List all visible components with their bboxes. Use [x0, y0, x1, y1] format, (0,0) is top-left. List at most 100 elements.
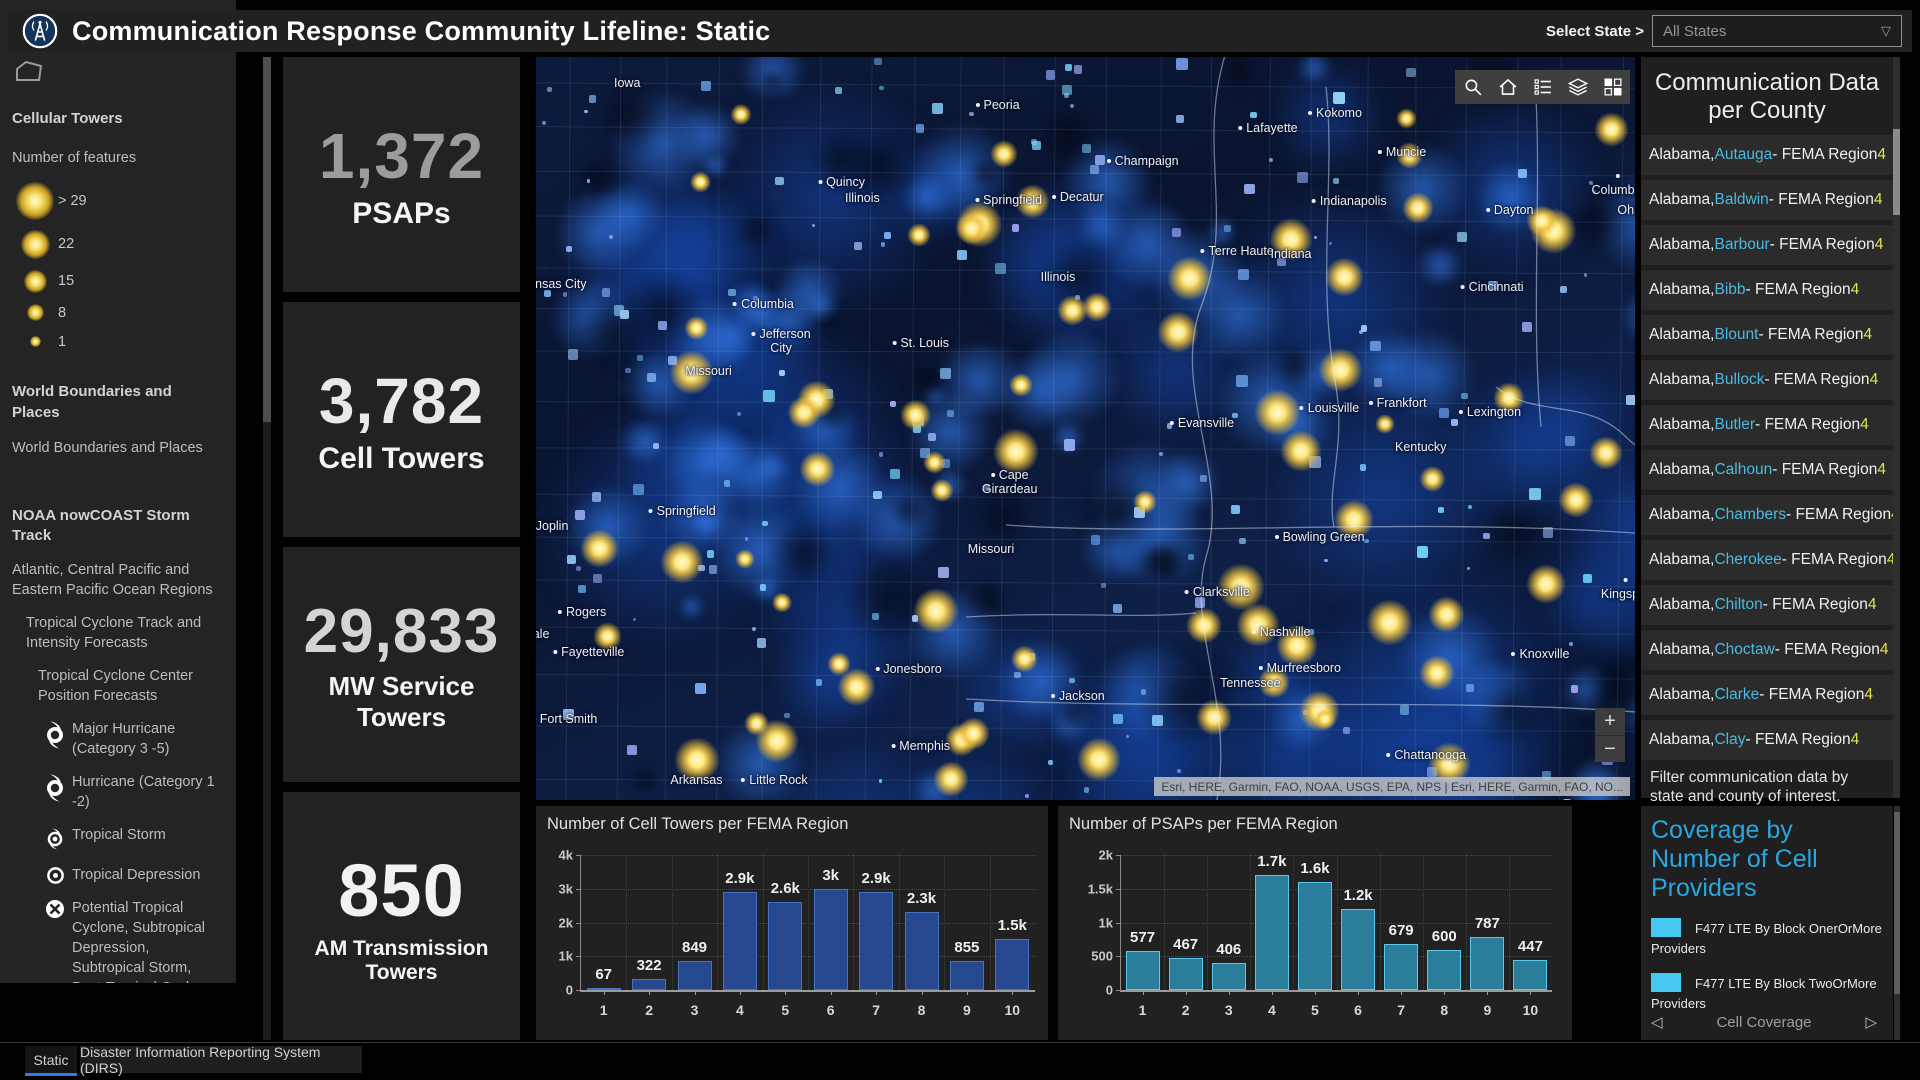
county-row-baldwin[interactable]: Alabama, Baldwin - FEMA Region 4	[1641, 180, 1893, 220]
city-label-st-louis: St. Louis	[892, 336, 949, 350]
layers-icon[interactable]	[1560, 70, 1595, 104]
bar-region-4[interactable]	[723, 892, 757, 990]
x-axis-tick-label: 2	[645, 1002, 653, 1018]
county-state: Alabama,	[1649, 236, 1714, 254]
bar-value-label: 447	[1518, 938, 1543, 955]
tab-dirs[interactable]: Disaster Information Reporting System (D…	[80, 1046, 362, 1073]
city-label-peoria: Peoria	[976, 98, 1020, 112]
county-row-autauga[interactable]: Alabama, Autauga - FEMA Region 4	[1641, 135, 1893, 175]
y-axis-tick	[576, 855, 581, 856]
bar-region-2[interactable]	[632, 979, 666, 990]
city-label-missouri: Missouri	[685, 364, 732, 378]
y-axis-tick	[576, 956, 581, 957]
county-row-bibb[interactable]: Alabama, Bibb - FEMA Region 4	[1641, 270, 1893, 310]
coverage-map[interactable]: IowaPeoriaKokomoLafayetteMuncieChampaign…	[536, 57, 1635, 800]
bar-region-8[interactable]	[905, 912, 939, 990]
bar-region-10[interactable]	[1513, 960, 1547, 990]
state-dropdown[interactable]: All States ▽	[1652, 15, 1902, 47]
bar-region-7[interactable]	[859, 892, 893, 990]
x-axis-tick	[1315, 990, 1316, 995]
x-axis-tick	[604, 990, 605, 995]
fema-region-text: - FEMA Region	[1772, 146, 1877, 164]
county-row-choctaw[interactable]: Alabama, Choctaw - FEMA Region 4	[1641, 630, 1893, 670]
coverage-legend-item: F477 LTE By Block TwoOrMore Providers	[1651, 973, 1883, 1013]
bar-region-2[interactable]	[1169, 958, 1203, 990]
bar-region-1[interactable]	[1126, 951, 1160, 990]
coverage-scrollbar-thumb[interactable]	[1894, 812, 1900, 994]
y-axis-tick	[576, 889, 581, 890]
city-dot-icon	[1051, 694, 1055, 698]
tower-cluster-dot-icon	[27, 304, 44, 321]
fema-region-number: 4	[1877, 146, 1886, 164]
bar-region-7[interactable]	[1384, 944, 1418, 990]
county-name: Cherokee	[1714, 551, 1781, 569]
search-icon[interactable]	[1455, 70, 1490, 104]
bar-region-3[interactable]	[678, 961, 712, 990]
gridline	[1164, 855, 1165, 990]
hurricane-icon	[38, 772, 72, 812]
x-axis-tick	[831, 990, 832, 995]
x-axis-tick	[740, 990, 741, 995]
noaa-legend-item: Hurricane (Category 1 -2)	[12, 772, 222, 812]
bar-region-4[interactable]	[1255, 875, 1289, 990]
bar-region-6[interactable]	[1341, 909, 1375, 990]
cluster-legend-row: > 29	[12, 178, 222, 224]
legend-list-icon[interactable]	[1525, 70, 1560, 104]
x-axis-tick	[1487, 990, 1488, 995]
county-row-chilton[interactable]: Alabama, Chilton - FEMA Region 4	[1641, 585, 1893, 625]
zoom-out-button[interactable]: −	[1595, 735, 1625, 762]
county-row-clarke[interactable]: Alabama, Clarke - FEMA Region 4	[1641, 675, 1893, 715]
x-axis-tick-label: 5	[1311, 1002, 1319, 1018]
bar-region-6[interactable]	[814, 889, 848, 990]
home-icon[interactable]	[1490, 70, 1525, 104]
county-list-scrollbar[interactable]	[1893, 57, 1900, 798]
noaa-legend-item: Potential Tropical Cyclone, Subtropical …	[12, 898, 222, 983]
bar-region-10[interactable]	[995, 939, 1029, 990]
city-dot-icon	[818, 180, 822, 184]
city-label-little-rock: Little Rock	[741, 773, 807, 787]
bar-value-label: 1.6k	[1300, 860, 1329, 877]
coverage-scrollbar[interactable]	[1894, 806, 1900, 1040]
legend-scrollbar[interactable]	[263, 57, 271, 1040]
gridline	[717, 855, 718, 990]
psaps-count: 1,372	[319, 119, 484, 193]
city-dot-icon	[1052, 195, 1056, 199]
city-dot-icon	[1461, 285, 1465, 289]
county-row-butler[interactable]: Alabama, Butler - FEMA Region 4	[1641, 405, 1893, 445]
bar-region-8[interactable]	[1427, 950, 1461, 991]
noaa-item-label: Tropical Cyclone Track and Intensity For…	[26, 613, 222, 653]
bar-region-3[interactable]	[1212, 963, 1246, 990]
county-row-chambers[interactable]: Alabama, Chambers - FEMA Region 4	[1641, 495, 1893, 535]
tab-static[interactable]: Static	[25, 1046, 77, 1073]
county-row-cherokee[interactable]: Alabama, Cherokee - FEMA Region 4	[1641, 540, 1893, 580]
county-row-blount[interactable]: Alabama, Blount - FEMA Region 4	[1641, 315, 1893, 355]
bar-region-5[interactable]	[1298, 882, 1332, 990]
previous-page-icon[interactable]: ◁	[1651, 1013, 1663, 1031]
city-dot-icon	[1300, 406, 1304, 410]
coverage-swatch-icon	[1651, 918, 1681, 937]
county-state: Alabama,	[1649, 191, 1714, 209]
county-name: Chambers	[1714, 506, 1786, 524]
gridline	[1337, 855, 1338, 990]
bar-region-9[interactable]	[1470, 937, 1504, 990]
next-page-icon[interactable]: ▷	[1865, 1013, 1877, 1031]
county-row-barbour[interactable]: Alabama, Barbour - FEMA Region 4	[1641, 225, 1893, 265]
bar-region-9[interactable]	[950, 961, 984, 990]
county-row-bullock[interactable]: Alabama, Bullock - FEMA Region 4	[1641, 360, 1893, 400]
county-state: Alabama,	[1649, 686, 1714, 704]
coverage-legend-item: F477 LTE By Block OnerOrMore Providers	[1651, 918, 1883, 958]
county-row-calhoun[interactable]: Alabama, Calhoun - FEMA Region 4	[1641, 450, 1893, 490]
noaa-item-label: Tropical Cyclone Center Position Forecas…	[38, 666, 222, 706]
county-scrollbar-thumb[interactable]	[1893, 129, 1900, 215]
bar-value-label: 577	[1130, 929, 1155, 946]
city-label-louisville: Louisville	[1300, 401, 1359, 415]
coverage-legend: F477 LTE By Block OnerOrMore Providers F4…	[1651, 918, 1883, 1013]
basemap-icon[interactable]	[1595, 70, 1630, 104]
county-row-clay[interactable]: Alabama, Clay - FEMA Region 4	[1641, 720, 1893, 760]
y-axis-tick	[576, 923, 581, 924]
city-dot-icon	[1252, 630, 1256, 634]
bar-region-5[interactable]	[768, 902, 802, 990]
legend-scrollbar-thumb[interactable]	[263, 57, 271, 422]
bar-value-label: 1.5k	[998, 917, 1027, 934]
zoom-in-button[interactable]: +	[1595, 708, 1625, 735]
